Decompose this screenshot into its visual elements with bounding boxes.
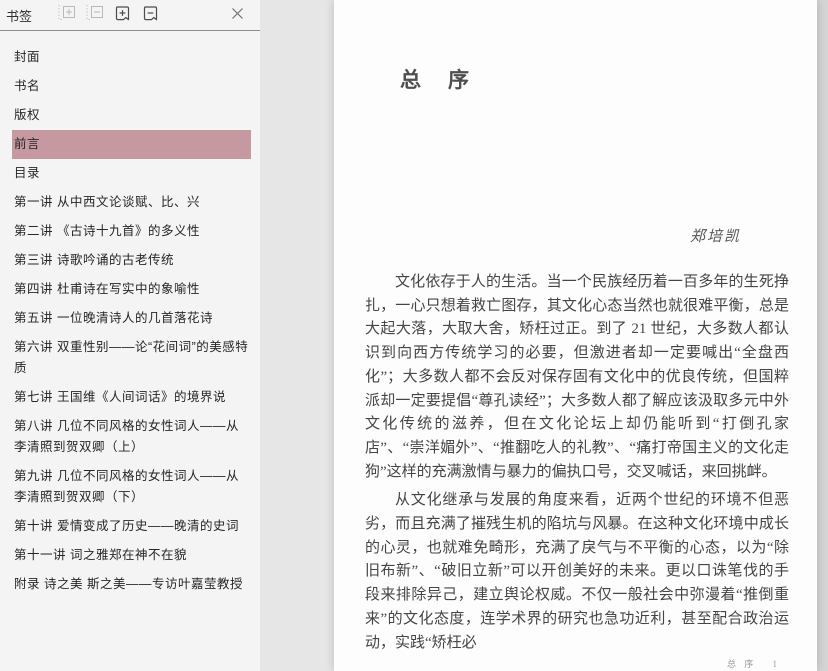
bookmark-item[interactable]: 第九讲 几位不同风格的女性词人——从李清照到贺双卿（下） bbox=[12, 462, 251, 512]
bookmark-label: 版权 bbox=[14, 108, 41, 122]
collapse-all-button[interactable] bbox=[84, 5, 106, 25]
bookmark-label: 封面 bbox=[14, 50, 41, 64]
page-body: 文化依存于人的生活。当一个民族经历着一百多年的生死挣扎，一心只想着救亡图存，其文… bbox=[365, 271, 789, 660]
bookmarks-panel: 书签 封面 书名 版权 前言 目录 第一讲 从中西文论谈赋、比、兴 第二讲 《古… bbox=[0, 0, 260, 671]
bookmark-item[interactable]: 书名 bbox=[12, 72, 251, 101]
bookmark-label: 第三讲 诗歌吟诵的古老传统 bbox=[14, 253, 174, 267]
remove-bookmark-icon bbox=[142, 5, 160, 25]
add-bookmark-icon bbox=[114, 5, 132, 25]
bookmark-item[interactable]: 目录 bbox=[12, 159, 251, 188]
pdf-reader-window: 书签 封面 书名 版权 前言 目录 第一讲 从中西文论谈赋、比、兴 第二讲 《古… bbox=[0, 0, 828, 671]
footer-page-number: 1 bbox=[772, 659, 778, 669]
bookmark-label: 书名 bbox=[14, 79, 41, 93]
document-page: 总 序 郑培凯 文化依存于人的生活。当一个民族经历着一百多年的生死挣扎，一心只想… bbox=[334, 0, 817, 671]
collapse-all-icon bbox=[85, 5, 105, 25]
add-bookmark-button[interactable] bbox=[112, 6, 134, 24]
paragraph: 文化依存于人的生活。当一个民族经历着一百多年的生死挣扎，一心只想着救亡图存，其文… bbox=[365, 274, 789, 480]
bookmark-item[interactable]: 第六讲 双重性别——论“花间词”的美感特质 bbox=[12, 333, 251, 383]
bookmark-label: 第九讲 几位不同风格的女性词人——从李清照到贺双卿（下） bbox=[14, 469, 239, 504]
bookmark-item[interactable]: 第七讲 王国维《人间词话》的境界说 bbox=[12, 383, 251, 412]
expand-all-button[interactable] bbox=[56, 5, 78, 25]
bookmark-item[interactable]: 前言 bbox=[12, 130, 251, 159]
close-panel-button[interactable] bbox=[226, 6, 248, 24]
bookmark-label: 第一讲 从中西文论谈赋、比、兴 bbox=[14, 195, 200, 209]
viewer-background bbox=[260, 0, 334, 671]
page-footer: 总 序 1 bbox=[727, 657, 777, 670]
bookmark-item[interactable]: 第八讲 几位不同风格的女性词人——从李清照到贺双卿（上） bbox=[12, 412, 251, 462]
author-name: 郑培凯 bbox=[689, 229, 741, 245]
page-title: 总 序 bbox=[400, 68, 472, 92]
remove-bookmark-button[interactable] bbox=[140, 6, 162, 24]
bookmark-item[interactable]: 第四讲 杜甫诗在写实中的象喻性 bbox=[12, 275, 251, 304]
bookmark-item[interactable]: 第十讲 爱情变成了历史——晚清的史词 bbox=[12, 512, 251, 541]
bookmark-item[interactable]: 附录 诗之美 斯之美——专访叶嘉莹教授 bbox=[12, 570, 251, 599]
close-icon bbox=[230, 6, 245, 24]
bookmarks-header: 书签 bbox=[0, 0, 260, 31]
bookmark-item[interactable]: 第三讲 诗歌吟诵的古老传统 bbox=[12, 246, 251, 275]
bookmark-item[interactable]: 第二讲 《古诗十九首》的多义性 bbox=[12, 217, 251, 246]
vertical-scrollbar[interactable] bbox=[817, 0, 828, 671]
bookmark-label: 第七讲 王国维《人间词话》的境界说 bbox=[14, 390, 226, 404]
bookmark-label: 第八讲 几位不同风格的女性词人——从李清照到贺双卿（上） bbox=[14, 419, 239, 454]
bookmark-label: 第四讲 杜甫诗在写实中的象喻性 bbox=[14, 282, 200, 296]
bookmark-label: 前言 bbox=[14, 137, 41, 151]
bookmarks-panel-title: 书签 bbox=[6, 8, 33, 24]
bookmark-label: 第五讲 一位晚清诗人的几首落花诗 bbox=[14, 311, 213, 325]
bookmark-label: 附录 诗之美 斯之美——专访叶嘉莹教授 bbox=[14, 577, 243, 591]
bookmark-item[interactable]: 第十一讲 词之雅郑在神不在貌 bbox=[12, 541, 251, 570]
bookmark-item[interactable]: 第一讲 从中西文论谈赋、比、兴 bbox=[12, 188, 251, 217]
bookmark-label: 目录 bbox=[14, 166, 41, 180]
bookmark-label: 第六讲 双重性别——论“花间词”的美感特质 bbox=[14, 340, 249, 375]
bookmark-label: 第十讲 爱情变成了历史——晚清的史词 bbox=[14, 519, 239, 533]
bookmark-item[interactable]: 版权 bbox=[12, 101, 251, 130]
paragraph: 从文化继承与发展的角度来看，近两个世纪的环境不但恶劣，而且充满了摧残生机的陷坑与… bbox=[365, 492, 789, 651]
expand-all-icon bbox=[57, 5, 77, 25]
bookmark-item[interactable]: 封面 bbox=[12, 43, 251, 72]
footer-section-label: 总 序 bbox=[726, 659, 757, 669]
bookmark-label: 第二讲 《古诗十九首》的多义性 bbox=[14, 224, 200, 238]
bookmark-item[interactable]: 第五讲 一位晚清诗人的几首落花诗 bbox=[12, 304, 251, 333]
bookmark-label: 第十一讲 词之雅郑在神不在貌 bbox=[14, 548, 187, 562]
bookmark-list: 封面 书名 版权 前言 目录 第一讲 从中西文论谈赋、比、兴 第二讲 《古诗十九… bbox=[0, 31, 260, 599]
